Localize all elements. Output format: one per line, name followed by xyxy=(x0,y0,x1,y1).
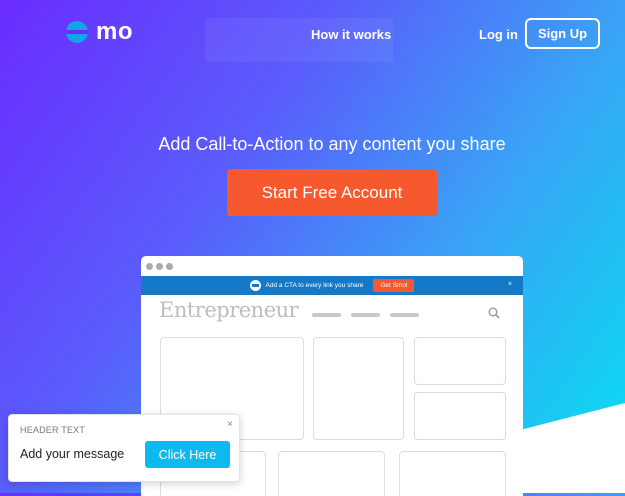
nav-how-it-works-link[interactable]: How it works xyxy=(311,27,391,42)
site-header: Entrepreneur xyxy=(141,295,523,335)
cta-bar-text: Add a CTA to every link you share xyxy=(265,282,364,289)
popup-message: Add your message xyxy=(20,447,125,461)
site-menu-placeholder xyxy=(312,313,341,317)
brand-mark-icon xyxy=(66,21,88,43)
cta-bar: Add a CTA to every link you share Get Sm… xyxy=(141,276,523,295)
content-card xyxy=(414,392,506,440)
hero-headline: Add Call-to-Action to any content you sh… xyxy=(158,134,506,154)
content-card xyxy=(399,451,506,496)
content-card xyxy=(414,337,506,385)
browser-titlebar xyxy=(141,256,523,276)
content-card xyxy=(278,451,385,496)
cta-bar-close-icon[interactable]: × xyxy=(508,281,512,288)
signup-button[interactable]: Sign Up xyxy=(525,18,600,49)
site-logo: Entrepreneur xyxy=(159,298,299,322)
click-here-button[interactable]: Click Here xyxy=(145,441,230,468)
search-icon xyxy=(488,307,500,319)
popup-close-icon[interactable]: × xyxy=(227,419,233,430)
popup-header-text: HEADER TEXT xyxy=(20,425,86,435)
nav-login-link[interactable]: Log in xyxy=(479,27,518,42)
window-dot-icon xyxy=(156,262,163,270)
start-free-account-button[interactable]: Start Free Account xyxy=(227,169,437,216)
brand-name: mo xyxy=(96,18,133,45)
window-dot-icon xyxy=(166,262,173,270)
window-dot-icon xyxy=(146,262,153,270)
get-smol-button[interactable]: Get Smol xyxy=(373,279,415,292)
cta-popup: HEADER TEXT Add your message × Click Her… xyxy=(8,414,240,482)
site-menu-placeholder xyxy=(390,313,419,317)
smol-logo-icon xyxy=(249,280,261,291)
content-card xyxy=(313,337,404,440)
site-menu-placeholder xyxy=(351,313,380,317)
brand-logo[interactable]: mo xyxy=(66,18,133,46)
